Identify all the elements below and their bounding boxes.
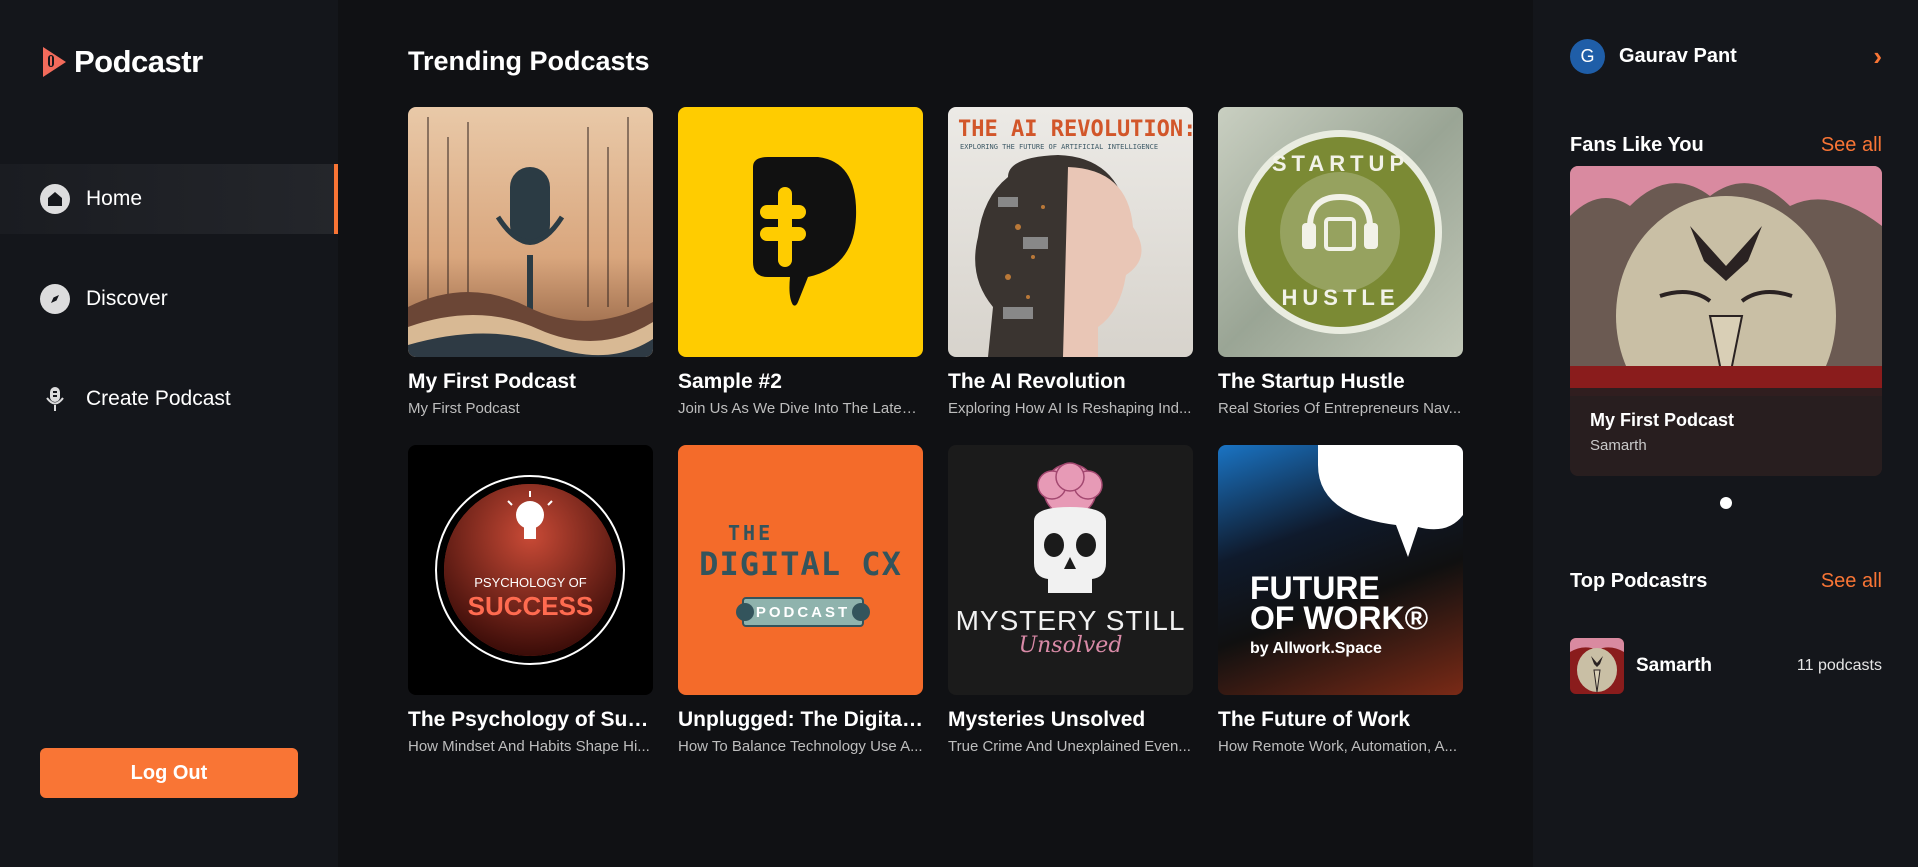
podcast-description: Exploring How AI Is Reshaping Ind... [948, 400, 1192, 417]
podcast-cover: THE AI REVOLUTION: EXPLORING THE FUTURE … [948, 107, 1193, 357]
logo[interactable]: Podcastr [40, 44, 203, 80]
cover-badge-label: PODCAST [755, 603, 851, 621]
compass-icon [40, 284, 70, 314]
section-title-trending: Trending Podcasts [408, 46, 650, 76]
top-podcasters-header: Top Podcastrs See all [1570, 570, 1882, 593]
podcast-title: The Startup Hustle [1218, 370, 1405, 393]
left-sidebar: Podcastr Home Discover Create Podcast Lo… [0, 0, 338, 867]
cover-title: PSYCHOLOGY OF [474, 575, 587, 590]
podcast-title: Unplugged: The Digital ... [678, 708, 923, 731]
podcast-title: Mysteries Unsolved [948, 708, 1146, 731]
podcast-cover: STARTUP HUSTLE [1218, 107, 1463, 357]
logo-icon [43, 47, 66, 77]
badge-right-dot [852, 603, 870, 621]
top-podcaster-item[interactable]: Samarth 11 podcasts [1570, 638, 1882, 694]
microphone-artwork [408, 117, 653, 357]
podcast-card[interactable]: THE AI REVOLUTION: EXPLORING THE FUTURE … [948, 107, 1193, 417]
nav-item-discover[interactable]: Discover [0, 264, 338, 334]
cover-title: STARTUP [1271, 151, 1410, 176]
ai-head-artwork [975, 155, 1142, 357]
fans-header: Fans Like You See all [1570, 134, 1882, 157]
podcast-card[interactable]: My First Podcast My First Podcast [408, 107, 653, 417]
nav-item-home[interactable]: Home [0, 164, 338, 234]
cover-subtitle: DIGITAL CX [699, 545, 902, 583]
podcast-description: True Crime And Unexplained Even... [948, 738, 1191, 755]
podcast-grid: My First Podcast My First Podcast Sample… [408, 107, 1463, 755]
right-sidebar: G Gaurav Pant › Fans Like You See all My… [1533, 0, 1918, 867]
carousel-dot[interactable] [1720, 497, 1732, 509]
app-name: Podcastr [74, 44, 203, 79]
startup-badge-artwork [1238, 130, 1442, 334]
fans-see-all-link[interactable]: See all [1821, 134, 1882, 157]
podcast-cover: PSYCHOLOGY OF SUCCESS [408, 445, 653, 695]
podcast-description: My First Podcast [408, 400, 520, 417]
podcast-card[interactable]: PSYCHOLOGY OF SUCCESS The Psychology of … [408, 445, 653, 755]
cover-title: THE [728, 521, 774, 545]
nav-label-create-podcast: Create Podcast [86, 387, 231, 410]
podcast-card[interactable]: THE DIGITAL CX PODCAST Unplugged: The Di… [678, 445, 923, 755]
avatar: G [1570, 39, 1605, 74]
cover-subtitle: Unsolved [1018, 633, 1123, 658]
main-nav: Home Discover Create Podcast [0, 164, 338, 464]
podcast-cover [408, 107, 653, 357]
podcast-title: Sample #2 [678, 370, 782, 393]
nav-label-discover: Discover [86, 287, 168, 310]
fans-title: Fans Like You [1570, 134, 1704, 156]
podcaster-name: Samarth [1636, 655, 1713, 676]
user-name: Gaurav Pant [1619, 45, 1737, 67]
podcast-description: Join Us As We Dive Into The Latest... [678, 400, 923, 417]
microphone-icon [40, 384, 70, 414]
featured-podcast-card[interactable]: My First Podcast Samarth [1570, 166, 1882, 476]
podcast-title: The AI Revolution [948, 370, 1126, 393]
podcast-title: My First Podcast [408, 370, 577, 393]
podcast-cover: THE DIGITAL CX PODCAST [678, 445, 923, 695]
top-podcasters-title: Top Podcastrs [1570, 570, 1708, 592]
cover-badge: PODCAST [742, 597, 864, 627]
podcast-description: Real Stories Of Entrepreneurs Nav... [1218, 400, 1462, 417]
cover-title: FUTURE OF WORK® [1250, 570, 1429, 636]
cover-subtitle: SUCCESS [467, 591, 594, 621]
podcast-description: How Mindset And Habits Shape Hi... [408, 738, 650, 755]
podcast-cover: MYSTERY STILL Unsolved [948, 445, 1193, 695]
top-podcasters-see-all-link[interactable]: See all [1821, 570, 1882, 593]
badge-left-dot [736, 603, 754, 621]
podcast-title: The Psychology of Succ... [408, 708, 653, 731]
podcast-description: How To Balance Technology Use A... [678, 738, 923, 755]
podcaster-count: 11 podcasts [1796, 657, 1882, 674]
podcast-card[interactable]: FUTURE OF WORK® by Allwork.Space The Fut… [1218, 445, 1463, 755]
featured-cover-artwork [1570, 166, 1882, 436]
logout-button[interactable]: Log Out [40, 748, 298, 798]
podcast-cover: FUTURE OF WORK® by Allwork.Space [1218, 445, 1463, 695]
user-profile-link[interactable]: G Gaurav Pant › [1570, 39, 1882, 74]
cover-subtitle: HUSTLE [1281, 285, 1400, 310]
featured-podcast-info: My First Podcast Samarth [1570, 388, 1882, 476]
podcast-description: How Remote Work, Automation, A... [1218, 738, 1457, 755]
podcast-card[interactable]: MYSTERY STILL Unsolved Mysteries Unsolve… [948, 445, 1193, 755]
nav-item-create-podcast[interactable]: Create Podcast [0, 364, 338, 434]
podcast-logo-artwork [753, 157, 857, 306]
main-content: Trending Podcasts My First Podcast My Fi… [338, 0, 1533, 867]
nav-label-home: Home [86, 187, 143, 210]
podcast-cover [678, 107, 923, 357]
lightbulb-artwork [435, 475, 625, 665]
chevron-right-icon: › [1873, 41, 1882, 71]
podcaster-avatar [1570, 638, 1624, 694]
podcast-card[interactable]: STARTUP HUSTLE The Startup Hustle Real S… [1218, 107, 1463, 417]
podcast-card[interactable]: Sample #2 Join Us As We Dive Into The La… [678, 107, 923, 417]
podcast-title: The Future of Work [1218, 708, 1411, 731]
cover-subtitle: by Allwork.Space [1250, 640, 1382, 657]
home-icon [40, 184, 70, 214]
featured-podcast-author: Samarth [1590, 437, 1647, 454]
featured-podcast-title: My First Podcast [1590, 410, 1735, 430]
